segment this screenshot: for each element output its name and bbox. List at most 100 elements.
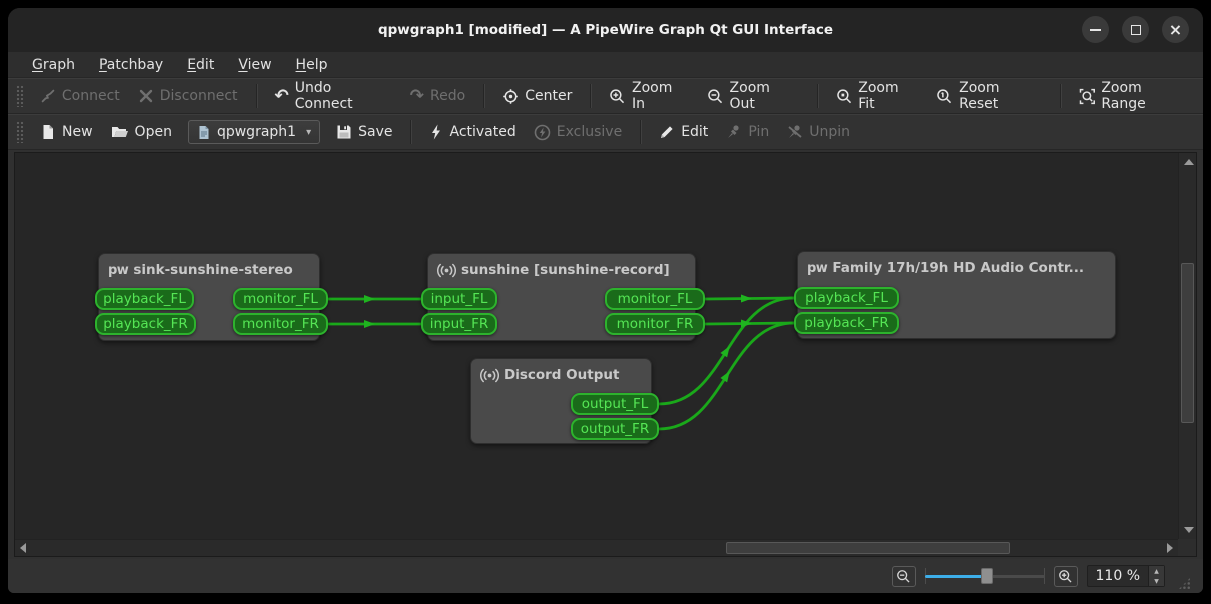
window-resize-grip[interactable] — [1178, 577, 1191, 590]
minimize-button[interactable] — [1082, 16, 1109, 43]
app-window: qpwgraph1 [modified] — A PipeWire Graph … — [8, 8, 1203, 593]
zoom-in-icon — [609, 88, 626, 105]
spin-up-button[interactable]: ▲ — [1149, 566, 1164, 576]
scroll-left-arrow[interactable] — [20, 543, 26, 553]
save-icon — [336, 124, 352, 140]
zoom-slider[interactable] — [925, 566, 1045, 586]
close-icon: × — [1169, 22, 1182, 38]
zoom-range-button[interactable]: Zoom Range — [1071, 75, 1197, 117]
open-button[interactable]: Open — [103, 119, 180, 145]
toolbar-separator — [590, 84, 591, 108]
connection-wires — [15, 153, 1178, 539]
titlebar[interactable]: qpwgraph1 [modified] — A PipeWire Graph … — [8, 8, 1203, 52]
chevron-down-icon: ▾ — [306, 127, 311, 138]
menu-help[interactable]: Help — [286, 55, 338, 75]
spinbox-steppers: ▲ ▼ — [1148, 566, 1164, 586]
close-button[interactable]: × — [1162, 16, 1189, 43]
exclusive-button[interactable]: Exclusive — [526, 119, 630, 146]
open-folder-icon — [111, 124, 129, 140]
zoom-spinbox[interactable]: 110 % ▲ ▼ — [1087, 565, 1165, 587]
zoom-out-icon — [707, 88, 724, 105]
port-sink-playback_FL[interactable]: playback_FL — [95, 288, 194, 310]
stream-icon — [480, 368, 499, 383]
disconnect-icon — [138, 88, 154, 104]
pipewire-icon: pw — [807, 261, 827, 276]
menu-view[interactable]: View — [228, 55, 281, 75]
zoom-out-icon — [896, 569, 911, 584]
port-discord-output_FL[interactable]: output_FL — [571, 393, 659, 415]
menu-graph[interactable]: Graph — [22, 55, 85, 75]
center-button[interactable]: Center — [494, 83, 580, 110]
redo-button[interactable]: ↷ Redo — [402, 83, 473, 109]
port-sink-playback_FR[interactable]: playback_FR — [95, 313, 196, 335]
activated-button[interactable]: Activated — [421, 119, 523, 145]
scroll-up-arrow[interactable] — [1184, 159, 1194, 165]
zoom-reset-icon — [936, 88, 953, 105]
statusbar-zoom-out-button[interactable] — [892, 566, 916, 587]
scroll-down-arrow[interactable] — [1184, 527, 1194, 533]
undo-connect-button[interactable]: ↶ Undo Connect — [267, 75, 400, 117]
node-title: Family 17h/19h HD Audio Contr... — [832, 260, 1084, 276]
new-file-icon — [40, 124, 56, 140]
port-sink-monitor_FL[interactable]: monitor_FL — [233, 288, 328, 310]
vertical-scrollbar[interactable] — [1178, 153, 1196, 539]
port-family-playback_FL[interactable]: playback_FL — [794, 287, 899, 309]
edit-button[interactable]: Edit — [651, 119, 716, 145]
spin-down-button[interactable]: ▼ — [1149, 576, 1164, 586]
pin-button[interactable]: Pin — [718, 119, 777, 145]
horizontal-scrollbar[interactable] — [15, 539, 1178, 556]
port-sunshine-input_FL[interactable]: input_FL — [421, 288, 497, 310]
zoom-in-icon — [1058, 569, 1073, 584]
new-button[interactable]: New — [32, 119, 101, 145]
maximize-button[interactable] — [1122, 16, 1149, 43]
statusbar-zoom-in-button[interactable] — [1054, 566, 1078, 587]
activated-bolt-icon — [429, 124, 443, 140]
toolbar-separator — [483, 84, 484, 108]
zoom-out-button[interactable]: Zoom Out — [699, 75, 807, 117]
pipewire-icon: pw — [108, 263, 128, 278]
scrollbar-corner — [1178, 539, 1196, 556]
graph-canvas[interactable]: pw sink-sunshine-stereo playback_FL play… — [15, 153, 1178, 539]
graph-toolbar: Connect Disconnect ↶ Undo Connect ↷ Redo… — [8, 78, 1203, 114]
zoom-value: 110 % — [1088, 568, 1148, 584]
node-title: sunshine [sunshine-record] — [461, 262, 670, 278]
statusbar: 110 % ▲ ▼ — [8, 559, 1203, 593]
patchbay-toolbar: New Open qpwgraph1 ▾ Save Activated Excl… — [8, 114, 1203, 150]
menu-patchbay[interactable]: Patchbay — [89, 55, 173, 75]
toolbar-separator — [640, 120, 641, 144]
zoom-in-button[interactable]: Zoom In — [601, 75, 697, 117]
vertical-scroll-thumb[interactable] — [1181, 263, 1194, 423]
scroll-right-arrow[interactable] — [1167, 543, 1173, 553]
window-controls: × — [1082, 16, 1189, 43]
save-button[interactable]: Save — [328, 119, 400, 145]
port-sink-monitor_FR[interactable]: monitor_FR — [233, 313, 328, 335]
toolbar-separator — [410, 120, 411, 144]
zoom-fit-icon — [836, 88, 853, 105]
connect-icon — [40, 88, 56, 104]
toolbar-drag-handle[interactable] — [16, 121, 24, 143]
zoom-range-icon — [1079, 88, 1096, 105]
center-icon — [502, 88, 519, 105]
port-discord-output_FR[interactable]: output_FR — [571, 418, 659, 440]
zoom-reset-button[interactable]: Zoom Reset — [928, 75, 1049, 117]
port-family-playback_FR[interactable]: playback_FR — [794, 312, 899, 334]
port-sunshine-monitor_FR[interactable]: monitor_FR — [605, 313, 705, 335]
window-title: qpwgraph1 [modified] — A PipeWire Graph … — [378, 22, 833, 38]
menu-edit[interactable]: Edit — [177, 55, 224, 75]
connect-button[interactable]: Connect — [32, 83, 128, 109]
patchbay-profile-select[interactable]: qpwgraph1 ▾ — [188, 120, 320, 144]
horizontal-scroll-thumb[interactable] — [726, 542, 1010, 554]
slider-handle[interactable] — [981, 568, 993, 584]
slider-fill — [925, 575, 987, 578]
toolbar-separator — [817, 84, 818, 108]
disconnect-button[interactable]: Disconnect — [130, 83, 246, 109]
unpin-button[interactable]: Unpin — [779, 119, 858, 145]
port-sunshine-monitor_FL[interactable]: monitor_FL — [605, 288, 705, 310]
minimize-icon — [1090, 29, 1101, 31]
unpin-icon — [787, 124, 803, 140]
toolbar-drag-handle[interactable] — [16, 85, 24, 107]
port-sunshine-input_FR[interactable]: input_FR — [421, 313, 497, 335]
exclusive-icon — [534, 124, 551, 141]
zoom-fit-button[interactable]: Zoom Fit — [828, 75, 927, 117]
redo-icon: ↷ — [410, 89, 424, 103]
